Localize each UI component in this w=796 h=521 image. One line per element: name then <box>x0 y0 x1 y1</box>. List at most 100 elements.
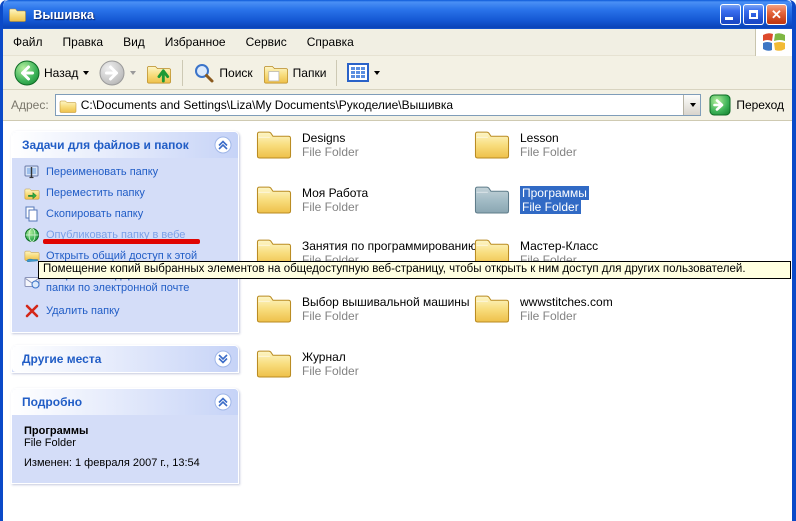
copy-icon <box>24 206 40 222</box>
delete-icon <box>24 303 40 319</box>
forward-button[interactable] <box>94 58 141 88</box>
details-item-name: Программы <box>24 425 228 437</box>
back-icon <box>14 60 40 86</box>
panel-details-body: Программы File Folder Изменен: 1 февраля… <box>12 415 238 483</box>
panel-title: Подробно <box>22 395 214 409</box>
rename-icon <box>24 164 40 180</box>
views-dropdown-icon[interactable] <box>374 71 380 75</box>
menu-bar: Файл Правка Вид Избранное Сервис Справка <box>3 29 792 56</box>
go-area: Переход <box>709 94 784 116</box>
up-folder-icon <box>146 61 172 85</box>
close-button[interactable]: ✕ <box>766 4 787 25</box>
go-button[interactable] <box>709 94 731 116</box>
folder-type: File Folder <box>520 309 577 323</box>
explorer-window: Вышивка ✕ Файл Правка Вид Избранное Серв… <box>0 0 796 521</box>
menu-edit[interactable]: Правка <box>53 31 114 53</box>
forward-icon <box>99 60 125 86</box>
folder-icon <box>473 128 511 159</box>
task-move-folder[interactable]: Переместить папку <box>24 185 230 201</box>
task-pane: Задачи для файлов и папок <box>3 121 246 521</box>
folder-item[interactable]: wwwstitches.comFile Folder <box>473 292 613 323</box>
address-path[interactable]: C:\Documents and Settings\Liza\My Docume… <box>77 98 684 112</box>
folder-icon-selected <box>473 183 511 214</box>
folder-name[interactable]: Выбор вышивальной машины <box>302 295 470 309</box>
maximize-icon <box>749 10 758 19</box>
folders-icon <box>263 62 289 84</box>
address-bar: Адрес: C:\Documents and Settings\Liza\My… <box>3 90 792 121</box>
back-dropdown-icon[interactable] <box>83 71 89 75</box>
publish-web-icon <box>24 227 40 243</box>
annotation-red-underline <box>43 239 200 244</box>
folder-type: File Folder <box>520 200 581 214</box>
panel-other-places: Другие места <box>11 345 239 373</box>
folder-item[interactable]: Выбор вышивальной машиныFile Folder <box>255 292 470 323</box>
task-copy-folder[interactable]: Скопировать папку <box>24 206 230 222</box>
menu-view[interactable]: Вид <box>113 31 155 53</box>
search-icon <box>193 62 215 84</box>
folder-icon <box>255 183 293 214</box>
folder-icon <box>473 292 511 323</box>
folder-item[interactable]: LessonFile Folder <box>473 128 577 159</box>
chevron-up-icon[interactable] <box>214 393 232 411</box>
folder-item[interactable]: DesignsFile Folder <box>255 128 359 159</box>
forward-dropdown-icon <box>130 71 136 75</box>
windows-logo <box>755 29 792 56</box>
minimize-icon <box>725 17 733 20</box>
menu-help[interactable]: Справка <box>297 31 364 53</box>
task-delete-folder[interactable]: Удалить папку <box>24 303 230 319</box>
views-button[interactable] <box>342 61 385 84</box>
folder-icon <box>255 128 293 159</box>
toolbar-separator <box>336 60 337 86</box>
up-button[interactable] <box>141 59 177 87</box>
task-label[interactable]: Переименовать папку <box>46 166 216 179</box>
address-dropdown-button[interactable] <box>683 95 700 115</box>
search-button[interactable]: Поиск <box>188 60 257 86</box>
details-item-type: File Folder <box>24 437 228 449</box>
folder-name[interactable]: Журнал <box>302 350 346 364</box>
task-label[interactable]: Переместить папку <box>46 187 216 200</box>
folder-icon <box>255 292 293 323</box>
folder-item[interactable]: ЖурналFile Folder <box>255 347 359 378</box>
panel-other-places-header[interactable]: Другие места <box>12 346 238 372</box>
folder-name[interactable]: wwwstitches.com <box>520 295 613 309</box>
file-list: DesignsFile Folder LessonFile Folder Моя… <box>246 121 792 521</box>
window-folder-icon <box>8 7 27 22</box>
menu-file[interactable]: Файл <box>3 31 53 53</box>
panel-details-header[interactable]: Подробно <box>12 389 238 415</box>
maximize-button[interactable] <box>743 4 764 25</box>
folder-name[interactable]: Мастер-Класс <box>520 239 598 253</box>
task-label[interactable]: Удалить папку <box>46 305 216 318</box>
folder-name[interactable]: Программы <box>520 186 589 200</box>
menu-tools[interactable]: Сервис <box>236 31 297 53</box>
panel-title: Другие места <box>22 352 214 366</box>
folders-label: Папки <box>293 66 327 80</box>
minimize-button[interactable] <box>720 4 741 25</box>
task-rename-folder[interactable]: Переименовать папку <box>24 164 230 180</box>
folder-name[interactable]: Designs <box>302 131 345 145</box>
go-label: Переход <box>736 98 784 112</box>
folder-name[interactable]: Занятия по программированию <box>302 239 477 253</box>
back-button[interactable]: Назад <box>9 58 94 88</box>
chevron-up-icon[interactable] <box>214 136 232 154</box>
views-icon <box>347 63 369 82</box>
folder-name[interactable]: Моя Работа <box>302 186 368 200</box>
back-label: Назад <box>44 66 78 80</box>
folder-type: File Folder <box>520 145 577 159</box>
address-folder-icon <box>59 98 77 113</box>
folder-type: File Folder <box>302 200 359 214</box>
folder-name[interactable]: Lesson <box>520 131 559 145</box>
title-bar: Вышивка ✕ <box>3 0 792 29</box>
task-label[interactable]: Скопировать папку <box>46 208 216 221</box>
details-item-modified: Изменен: 1 февраля 2007 г., 13:54 <box>24 457 228 469</box>
folders-button[interactable]: Папки <box>258 60 332 86</box>
panel-details: Подробно Программы File Folder Изменен: … <box>11 388 239 484</box>
menu-favorites[interactable]: Избранное <box>155 31 236 53</box>
address-combo[interactable]: C:\Documents and Settings\Liza\My Docume… <box>55 94 702 116</box>
folder-item-selected[interactable]: ПрограммыFile Folder <box>473 183 589 214</box>
toolbar-separator <box>182 60 183 86</box>
folder-item[interactable]: Моя РаботаFile Folder <box>255 183 368 214</box>
folder-type: File Folder <box>302 145 359 159</box>
chevron-down-icon[interactable] <box>214 350 232 368</box>
panel-title: Задачи для файлов и папок <box>22 138 214 152</box>
panel-file-tasks-header[interactable]: Задачи для файлов и папок <box>12 132 238 158</box>
